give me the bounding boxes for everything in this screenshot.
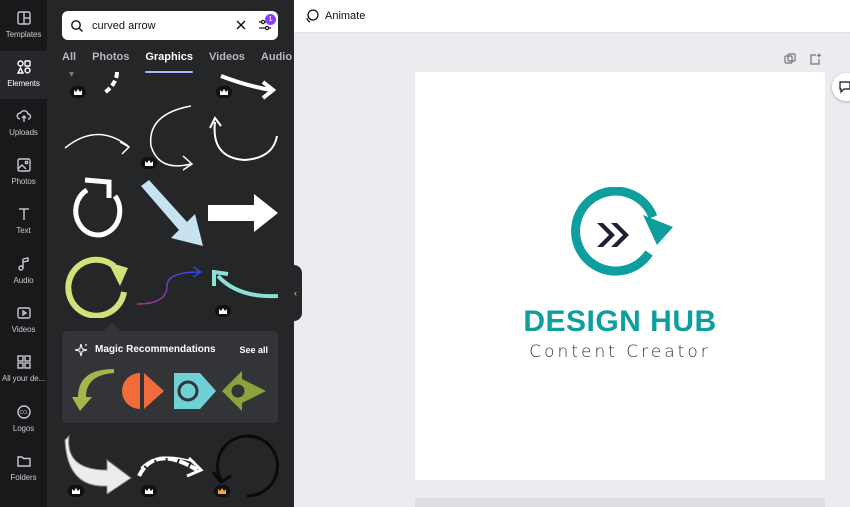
add-page-button[interactable] <box>809 52 821 70</box>
collapse-panel-button[interactable]: ‹ <box>289 265 302 321</box>
notes-button[interactable] <box>832 73 850 101</box>
filter-count-badge: 1 <box>265 14 276 25</box>
folders-icon <box>16 456 31 467</box>
text-icon <box>18 208 29 220</box>
design-page[interactable]: DESIGN HUB Content Creator <box>415 72 825 480</box>
svg-text:CO.: CO. <box>19 410 28 416</box>
curved-arrow-graphic[interactable] <box>137 180 207 248</box>
circle-arrow-graphic[interactable] <box>170 369 218 413</box>
magic-recommendations-card: Magic Recommendations See all <box>62 322 278 423</box>
logos-icon: CO. <box>16 405 31 419</box>
animate-button[interactable]: Animate <box>305 9 365 23</box>
premium-crown-icon <box>68 485 84 497</box>
chevron-left-icon: ‹ <box>294 288 297 298</box>
curved-arrow-graphic[interactable] <box>62 120 132 160</box>
right-arrow-graphic[interactable] <box>208 194 280 232</box>
rail-item-videos[interactable]: Videos <box>0 297 47 345</box>
comment-icon <box>839 81 850 94</box>
search-input[interactable] <box>92 19 222 32</box>
rail-item-all-designs[interactable]: All your de... <box>0 346 47 394</box>
rail-item-uploads[interactable]: Uploads <box>0 100 47 148</box>
audio-icon <box>17 257 29 271</box>
top-toolbar: Animate <box>294 0 850 33</box>
animate-icon <box>306 9 319 23</box>
rail-item-elements[interactable]: Elements <box>0 51 47 99</box>
duplicate-page-button[interactable] <box>784 52 796 70</box>
search-icon <box>71 19 83 32</box>
left-rail: Templates Elements Uploads Photos Text A… <box>0 0 47 507</box>
curved-arrow-graphic[interactable] <box>72 369 118 413</box>
logo-mark <box>571 187 673 276</box>
premium-crown-icon <box>214 485 230 497</box>
next-page-strip <box>415 498 825 507</box>
videos-icon <box>16 307 31 319</box>
circle-arrow-graphic[interactable] <box>220 369 268 413</box>
rail-label: Text <box>16 226 31 235</box>
premium-crown-icon <box>141 485 157 497</box>
tab-videos[interactable]: Videos <box>209 51 245 73</box>
brand-name[interactable]: DESIGN HUB <box>515 305 725 339</box>
rail-item-photos[interactable]: Photos <box>0 149 47 197</box>
premium-crown-icon <box>215 305 231 317</box>
curved-arrow-graphic[interactable] <box>207 112 279 164</box>
half-circle-arrow-graphic[interactable] <box>120 371 166 411</box>
animate-label: Animate <box>325 10 366 22</box>
templates-icon <box>16 11 31 25</box>
premium-crown-icon <box>70 86 86 98</box>
add-page-icon <box>810 53 821 65</box>
duplicate-icon <box>784 53 796 64</box>
uploads-icon <box>16 110 31 122</box>
all-designs-icon <box>16 355 31 369</box>
tab-photos[interactable]: Photos <box>92 51 129 73</box>
rail-item-folders[interactable]: Folders <box>0 445 47 493</box>
rail-label: All your de... <box>1 374 46 383</box>
curved-arrow-graphic[interactable] <box>208 266 280 304</box>
search-box[interactable]: 1 <box>62 11 278 40</box>
rail-item-logos[interactable]: CO. Logos <box>0 396 47 444</box>
see-all-link[interactable]: See all <box>239 345 268 355</box>
photos-icon <box>16 158 31 172</box>
tab-audio[interactable]: Audio <box>261 51 292 73</box>
premium-crown-icon <box>141 157 157 169</box>
rail-item-audio[interactable]: Audio <box>0 248 47 296</box>
elements-icon <box>16 60 31 74</box>
rail-item-text[interactable]: Text <box>0 198 47 246</box>
premium-crown-icon <box>216 86 232 98</box>
tab-all[interactable]: All <box>62 51 76 73</box>
rail-label: Uploads <box>9 128 38 137</box>
elements-panel: 1 All Photos Graphics Videos Audio <box>47 0 294 507</box>
rail-label: Audio <box>13 276 34 285</box>
card-pointer <box>103 322 121 340</box>
rail-item-templates[interactable]: Templates <box>0 2 47 50</box>
rail-label: Folders <box>10 473 37 482</box>
result-tabs: All Photos Graphics Videos Audio <box>62 51 294 73</box>
tab-graphics[interactable]: Graphics <box>145 51 193 73</box>
rail-label: Photos <box>11 177 36 186</box>
close-icon[interactable] <box>234 18 248 32</box>
curved-arrow-graphic[interactable] <box>135 440 207 484</box>
circular-arrow-graphic[interactable] <box>62 254 132 318</box>
circular-arrow-graphic[interactable] <box>69 176 129 248</box>
magic-recommendations-title: Magic Recommendations <box>95 344 216 355</box>
curved-arrow-graphic[interactable] <box>137 264 207 308</box>
brand-tagline[interactable]: Content Creator <box>515 342 725 362</box>
rail-label: Templates <box>5 30 42 39</box>
sparkle-icon <box>74 343 88 357</box>
rail-label: Videos <box>11 325 36 334</box>
rail-label: Logos <box>12 424 35 433</box>
rail-label: Elements <box>7 79 40 88</box>
